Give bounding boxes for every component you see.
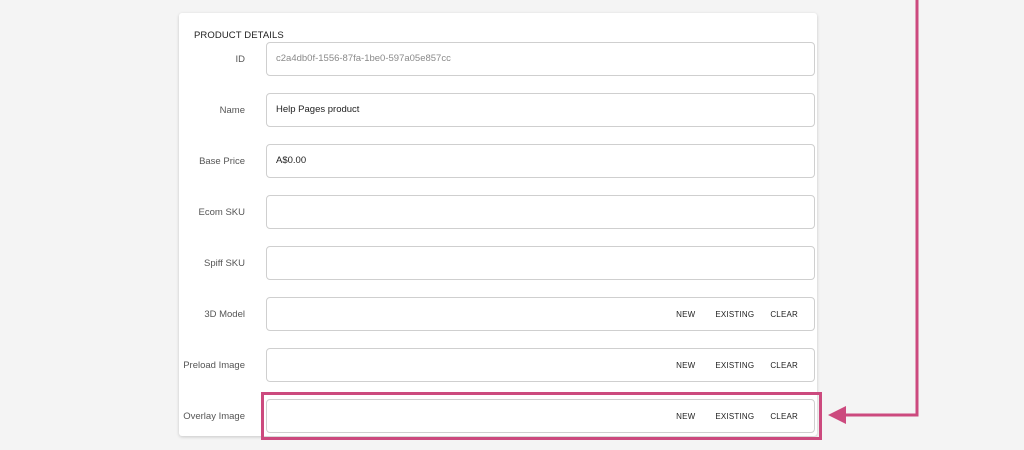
page: PRODUCT DETAILS ID c2a4db0f-1556-87fa-1b… — [0, 0, 1024, 450]
annotation-arrow-icon — [828, 0, 919, 424]
